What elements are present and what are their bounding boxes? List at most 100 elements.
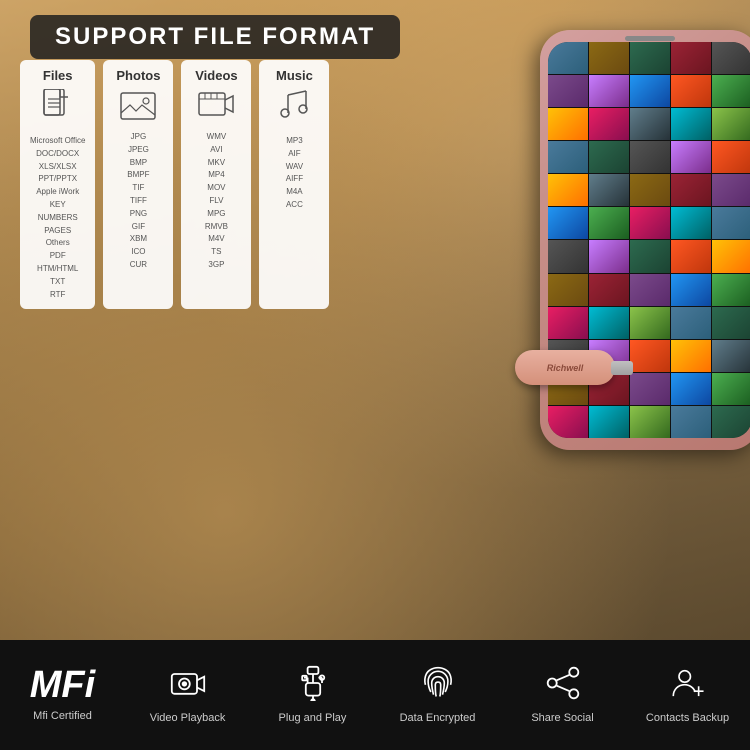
usb-connector <box>611 361 633 375</box>
photo-cell <box>589 108 629 140</box>
photo-cell <box>712 274 750 306</box>
photo-cell <box>712 174 750 206</box>
mfi-text: MFi <box>30 664 95 706</box>
bottom-item-mfi: MFi Mfi Certified <box>13 666 113 723</box>
photos-items: JPGJPEGBMPBMPFTIFTIFFPNGGIFXBMICOCUR <box>113 131 163 272</box>
bottom-bar: MFi Mfi Certified Video Playback <box>0 640 750 750</box>
photo-cell <box>548 42 588 74</box>
photo-cell <box>630 307 670 339</box>
files-title: Files <box>30 68 85 83</box>
photo-cell <box>548 307 588 339</box>
bottom-item-contacts: Contacts Backup <box>638 665 738 725</box>
banner-title: SUPPORT FILE FORMAT <box>55 23 375 51</box>
videos-icon <box>191 89 241 126</box>
photo-cell <box>630 75 670 107</box>
bottom-item-video: Video Playback <box>138 665 238 725</box>
bottom-item-share: Share Social <box>513 665 613 725</box>
plug-label: Plug and Play <box>279 712 347 725</box>
photo-cell <box>671 207 711 239</box>
music-card: Music MP3AIFWAVAIFFM4AACC <box>259 60 329 309</box>
mfi-icon: MFi <box>30 666 95 704</box>
photo-cell <box>630 207 670 239</box>
photos-card: Photos JPGJPEGBMPBMPFTIFTIFFPNGGIFXBMICO… <box>103 60 173 309</box>
photo-cell <box>548 207 588 239</box>
bottom-item-data: Data Encrypted <box>388 665 488 725</box>
photo-cell <box>548 406 588 438</box>
video-label: Video Playback <box>150 712 226 725</box>
photo-cell <box>671 406 711 438</box>
videos-card: Videos WMVAVIMKVMP4MOVFLVMPGRMVBM4VTS3GP <box>181 60 251 309</box>
photo-cell <box>671 141 711 173</box>
photo-cell <box>671 174 711 206</box>
photo-cell <box>671 240 711 272</box>
share-icon <box>545 665 581 706</box>
photo-cell <box>712 406 750 438</box>
photo-cell <box>671 340 711 372</box>
usb-brand-text: Richwell <box>515 363 615 373</box>
share-label: Share Social <box>531 712 593 725</box>
photo-cell <box>589 42 629 74</box>
photo-cell <box>671 307 711 339</box>
usb-icon <box>295 665 331 706</box>
bottom-item-plug: Plug and Play <box>263 665 363 725</box>
camera-icon <box>170 665 206 706</box>
photo-cell <box>589 307 629 339</box>
photo-cell <box>630 174 670 206</box>
photo-cell <box>671 108 711 140</box>
files-items: Microsoft OfficeDOC/DOCXXLS/XLSXPPT/PPTX… <box>30 135 85 301</box>
photo-cell <box>548 240 588 272</box>
phone-speaker <box>625 36 675 41</box>
photo-cell <box>671 42 711 74</box>
photos-title: Photos <box>113 68 163 83</box>
photo-cell <box>589 75 629 107</box>
photo-cell <box>671 373 711 405</box>
photo-cell <box>630 42 670 74</box>
files-card: Files Microsoft OfficeDOC/DOCXXLS/XLSXPP… <box>20 60 95 309</box>
mfi-label: Mfi Certified <box>33 710 92 723</box>
photo-cell <box>548 108 588 140</box>
videos-items: WMVAVIMKVMP4MOVFLVMPGRMVBM4VTS3GP <box>191 131 241 272</box>
photo-cell <box>548 274 588 306</box>
photo-cell <box>589 274 629 306</box>
photo-cell <box>712 141 750 173</box>
photo-cell <box>630 274 670 306</box>
photo-cell <box>712 240 750 272</box>
photo-cell <box>548 174 588 206</box>
photos-icon <box>113 89 163 126</box>
format-cards-container: Files Microsoft OfficeDOC/DOCXXLS/XLSXPP… <box>20 60 329 309</box>
photo-cell <box>671 274 711 306</box>
phone-outer <box>540 30 750 450</box>
photo-cell <box>589 174 629 206</box>
photo-cell <box>630 141 670 173</box>
photo-cell <box>712 207 750 239</box>
music-icon <box>269 89 319 130</box>
photo-cell <box>630 240 670 272</box>
main-container: SUPPORT FILE FORMAT Files Microsoft Offi… <box>0 0 750 750</box>
photo-cell <box>712 373 750 405</box>
person-plus-icon <box>670 665 706 706</box>
photo-cell <box>712 340 750 372</box>
videos-title: Videos <box>191 68 241 83</box>
photo-cell <box>589 240 629 272</box>
photo-cell <box>712 108 750 140</box>
photo-cell <box>712 307 750 339</box>
top-banner: SUPPORT FILE FORMAT <box>30 15 400 59</box>
usb-drive: Richwell <box>515 350 675 385</box>
phone-mockup: Richwell <box>540 30 750 480</box>
photo-cell <box>671 75 711 107</box>
contacts-label: Contacts Backup <box>646 712 729 725</box>
photo-cell <box>589 406 629 438</box>
fingerprint-icon <box>420 665 456 706</box>
photo-cell <box>630 108 670 140</box>
photo-cell <box>548 75 588 107</box>
files-icon <box>30 89 85 130</box>
photo-cell <box>712 42 750 74</box>
photo-cell <box>712 75 750 107</box>
data-label: Data Encrypted <box>400 712 476 725</box>
photo-cell <box>630 406 670 438</box>
usb-body: Richwell <box>515 350 615 385</box>
music-title: Music <box>269 68 319 83</box>
photo-cell <box>589 141 629 173</box>
photo-cell <box>589 207 629 239</box>
music-items: MP3AIFWAVAIFFM4AACC <box>269 135 319 212</box>
